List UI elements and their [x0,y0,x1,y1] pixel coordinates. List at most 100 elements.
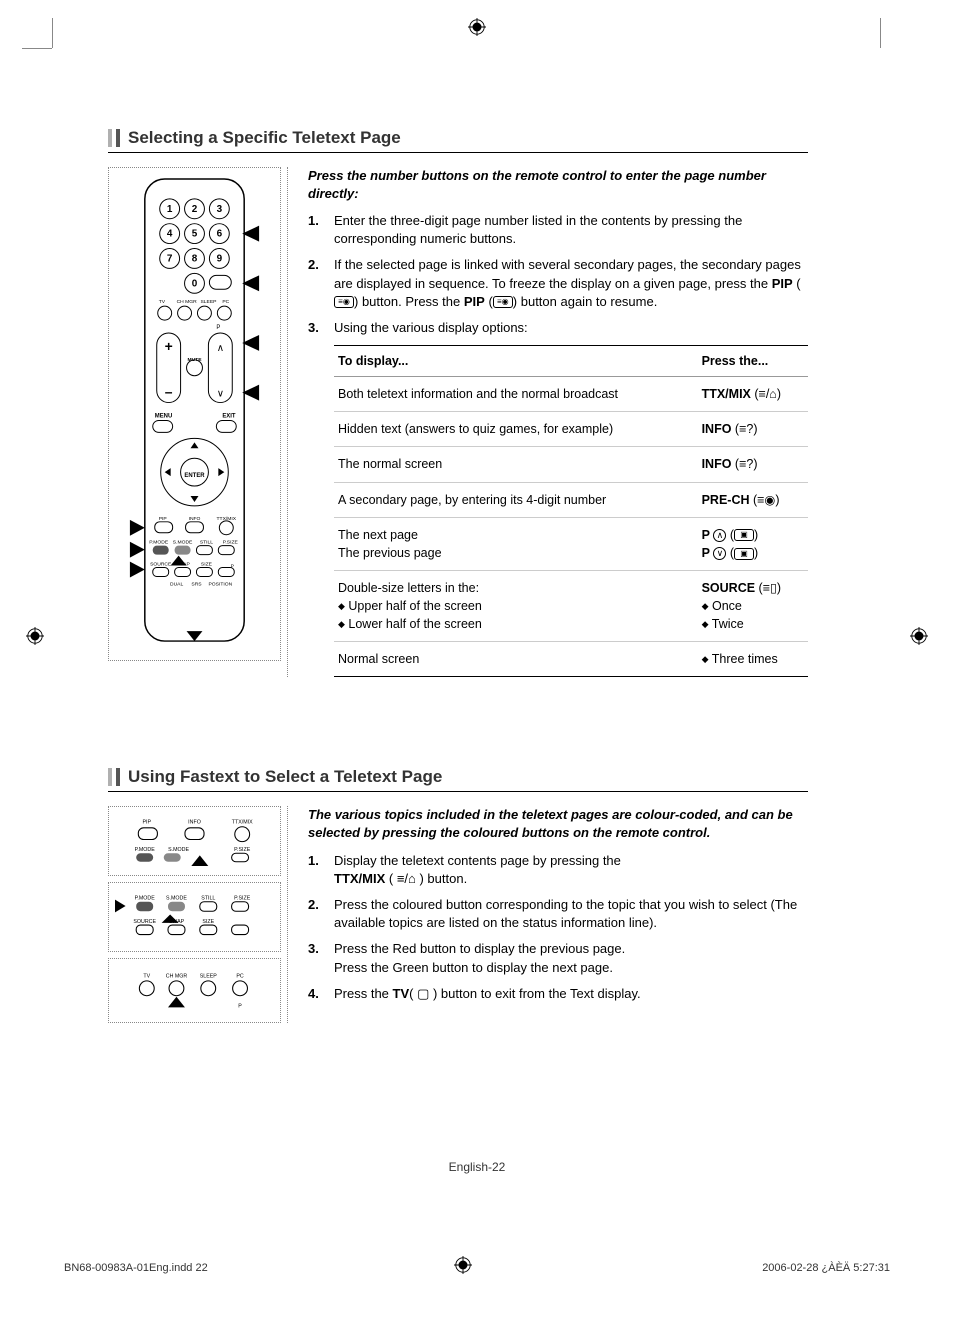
step-text: Press the Red button to display the prev… [334,940,808,976]
svg-text:STILL: STILL [200,540,213,546]
svg-text:8: 8 [192,253,198,264]
remote-control-icon: 1 2 3 4 5 6 7 8 9 0 TVCH MGRSLEEPPC [115,174,274,651]
svg-text:S.MODE: S.MODE [168,848,189,854]
step-number: 4. [308,985,324,1003]
svg-text:PC: PC [222,299,229,305]
svg-text:ENTER: ENTER [184,473,205,479]
page-number: English-22 [0,1160,954,1174]
remote-illustration-column: 1 2 3 4 5 6 7 8 9 0 TVCH MGRSLEEPPC [108,167,288,677]
svg-text:PC: PC [236,974,244,980]
svg-text:SOURCE: SOURCE [150,562,172,568]
step-item: 3. Press the Red button to display the p… [308,940,808,976]
svg-text:P.MODE: P.MODE [149,540,169,546]
remote-detail-illustration: PIPINFOTTX/MIX P.MODES.MODEP.SIZE [108,806,281,876]
remote-buttons-icon: PIPINFOTTX/MIX P.MODES.MODEP.SIZE [115,813,274,866]
teletext-hold-icon: ≡◉ [493,296,513,308]
svg-text:POSITION: POSITION [209,581,233,587]
svg-text:–: – [165,384,173,400]
svg-text:3: 3 [217,204,223,215]
svg-text:SOURCE: SOURCE [133,919,156,925]
step-text: Enter the three-digit page number listed… [334,212,808,248]
registration-mark-icon [910,627,928,645]
table-row: Normal screen ◆ Three times [334,642,808,677]
step-item: 2. Press the coloured button correspondi… [308,896,808,932]
section-heading: Using Fastext to Select a Teletext Page [108,767,808,792]
step-text: If the selected page is linked with seve… [334,256,808,311]
svg-text:0: 0 [192,278,198,289]
remote-illustration: 1 2 3 4 5 6 7 8 9 0 TVCH MGRSLEEPPC [108,167,281,661]
step-item: 4. Press the TV( ▢ ) button to exit from… [308,985,808,1003]
step-text: Press the coloured button corresponding … [334,896,808,932]
step-text: Display the teletext contents page by pr… [334,852,808,888]
table-header: Press the... [698,346,808,377]
svg-text:MUTE: MUTE [187,357,202,363]
table-row: Hidden text (answers to quiz games, for … [334,412,808,447]
section-intro: The various topics included in the telet… [308,806,808,841]
svg-text:P.SIZE: P.SIZE [234,896,251,902]
svg-text:P: P [231,564,235,570]
section-title: Selecting a Specific Teletext Page [128,128,401,148]
table-row: The normal screen INFO (≡?) [334,447,808,482]
display-options-table: To display... Press the... Both teletext… [334,345,808,677]
svg-text:EXIT: EXIT [222,413,236,419]
svg-text:P: P [216,325,220,331]
remote-detail-illustration: P.MODES.MODESTILLP.SIZE SOURCESWAPSIZE [108,882,281,952]
step-item: 3. Using the various display options: [308,319,808,337]
remote-color-buttons-icon: P.MODES.MODESTILLP.SIZE SOURCESWAPSIZE [115,889,274,942]
svg-text:P.SIZE: P.SIZE [234,848,251,854]
svg-text:SLEEP: SLEEP [200,299,217,305]
svg-text:7: 7 [167,253,173,264]
svg-text:P.MODE: P.MODE [135,848,156,854]
step-item: 1. Enter the three-digit page number lis… [308,212,808,248]
teletext-hold-icon: ≡◉ [334,296,354,308]
registration-mark-icon [468,18,486,36]
svg-text:S.MODE: S.MODE [173,540,193,546]
svg-text:∨: ∨ [217,389,224,400]
svg-text:4: 4 [167,229,173,240]
svg-text:SIZE: SIZE [202,919,214,925]
crop-mark [880,18,881,48]
section-intro: Press the number buttons on the remote c… [308,167,808,202]
svg-text:S.MODE: S.MODE [166,896,187,902]
section-heading: Selecting a Specific Teletext Page [108,128,808,153]
svg-text:STILL: STILL [201,896,215,902]
section-title: Using Fastext to Select a Teletext Page [128,767,442,787]
table-row: The next page The previous page P ∧ (▣) … [334,517,808,570]
page-up-icon: ∧ [713,529,726,542]
table-row: A secondary page, by entering its 4-digi… [334,482,808,517]
svg-text:TTX/MIX: TTX/MIX [232,820,253,826]
svg-text:PIP: PIP [143,820,152,826]
footer-filename: BN68-00983A-01Eng.indd 22 [64,1262,208,1274]
step-number: 2. [308,896,324,932]
svg-text:P.SIZE: P.SIZE [223,540,239,546]
step-item: 2. If the selected page is linked with s… [308,256,808,311]
svg-text:CH MGR: CH MGR [177,299,198,305]
svg-text:MENU: MENU [155,413,173,419]
step-text: Press the TV( ▢ ) button to exit from th… [334,985,808,1003]
svg-text:SLEEP: SLEEP [200,974,218,980]
step-item: 1. Display the teletext contents page by… [308,852,808,888]
svg-text:9: 9 [217,253,223,264]
svg-text:INFO: INFO [189,516,201,522]
svg-text:CH MGR: CH MGR [166,974,188,980]
heading-accent-icon [108,129,120,147]
svg-text:TV: TV [159,299,166,305]
svg-text:P: P [238,1004,242,1010]
svg-text:6: 6 [217,229,223,240]
svg-text:TV: TV [143,974,150,980]
remote-detail-illustration: TV CH MGR SLEEP PC P [108,958,281,1023]
registration-mark-icon [454,1256,472,1274]
remote-illustration-column: PIPINFOTTX/MIX P.MODES.MODEP.SIZE [108,806,288,1023]
step-number: 3. [308,319,324,337]
svg-text:1: 1 [167,204,173,215]
svg-text:SRS: SRS [191,581,202,587]
teletext-next-icon: ▣ [734,529,754,541]
heading-accent-icon [108,768,120,786]
svg-text:SIZE: SIZE [201,562,213,568]
step-number: 1. [308,852,324,888]
remote-tv-button-icon: TV CH MGR SLEEP PC P [115,965,274,1013]
teletext-prev-icon: ▣ [734,548,754,560]
step-text: Using the various display options: [334,319,808,337]
svg-text:+: + [165,338,173,354]
svg-text:PIP: PIP [159,516,168,522]
